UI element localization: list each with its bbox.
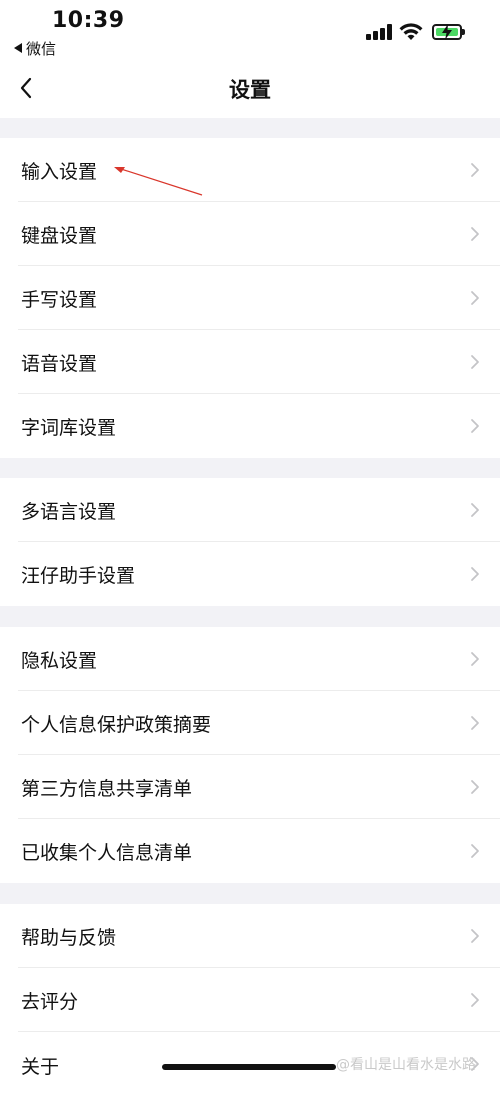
settings-item-label: 输入设置 <box>21 160 98 183</box>
chevron-right-icon <box>471 780 479 794</box>
settings-item-label: 第三方信息共享清单 <box>21 777 193 800</box>
chevron-right-icon <box>471 716 479 730</box>
back-to-app-link[interactable]: 微信 <box>14 38 56 59</box>
battery-cap <box>462 29 465 35</box>
settings-item-collected-info[interactable]: 已收集个人信息清单 <box>0 819 500 883</box>
settings-item-privacy-policy[interactable]: 个人信息保护政策摘要 <box>0 691 500 755</box>
page-title: 设置 <box>229 78 271 102</box>
cellular-signal-icon <box>366 24 392 40</box>
chevron-right-icon <box>471 993 479 1007</box>
settings-item-label: 汪仔助手设置 <box>21 564 136 587</box>
status-time: 10:39 <box>52 8 125 33</box>
settings-item-third-party-sharing[interactable]: 第三方信息共享清单 <box>0 755 500 819</box>
settings-item-multilanguage[interactable]: 多语言设置 <box>0 478 500 542</box>
battery-icon <box>432 24 462 40</box>
settings-item-input[interactable]: 输入设置 <box>0 138 500 202</box>
settings-item-rate[interactable]: 去评分 <box>0 968 500 1032</box>
settings-item-voice[interactable]: 语音设置 <box>0 330 500 394</box>
wifi-icon <box>399 23 423 40</box>
settings-item-label: 隐私设置 <box>21 649 98 672</box>
chevron-right-icon <box>471 227 479 241</box>
chevron-right-icon <box>471 291 479 305</box>
annotation-arrow <box>114 167 203 196</box>
navigation-bar: 设置 <box>0 62 500 118</box>
settings-item-label: 关于 <box>21 1055 60 1078</box>
home-indicator <box>162 1064 336 1070</box>
settings-item-label: 去评分 <box>21 990 79 1013</box>
settings-item-label: 语音设置 <box>21 352 98 375</box>
settings-item-label: 多语言设置 <box>21 500 117 523</box>
settings-item-label: 键盘设置 <box>21 224 98 247</box>
settings-item-label: 已收集个人信息清单 <box>21 841 193 864</box>
status-bar: 10:39 微信 <box>0 0 500 62</box>
settings-group-language: 多语言设置 汪仔助手设置 <box>0 478 500 606</box>
settings-item-label: 字词库设置 <box>21 416 117 439</box>
settings-item-privacy[interactable]: 隐私设置 <box>0 627 500 691</box>
chevron-right-icon <box>471 163 479 177</box>
settings-item-label: 手写设置 <box>21 288 98 311</box>
chevron-right-icon <box>471 503 479 517</box>
settings-group-privacy: 隐私设置 个人信息保护政策摘要 第三方信息共享清单 已收集个人信息清单 <box>0 627 500 883</box>
back-app-label: 微信 <box>26 40 57 58</box>
settings-item-handwriting[interactable]: 手写设置 <box>0 266 500 330</box>
chevron-right-icon <box>471 652 479 666</box>
chevron-right-icon <box>471 567 479 581</box>
chevron-right-icon <box>471 844 479 858</box>
chevron-right-icon <box>471 355 479 369</box>
settings-item-lexicon[interactable]: 字词库设置 <box>0 394 500 458</box>
settings-item-help-feedback[interactable]: 帮助与反馈 <box>0 904 500 968</box>
settings-item-label: 帮助与反馈 <box>21 926 117 949</box>
back-triangle-icon <box>14 43 22 53</box>
settings-group-about: 帮助与反馈 去评分 关于 <box>0 904 500 1112</box>
chevron-right-icon <box>471 929 479 943</box>
watermark-text: @看山是山看水是水路 <box>336 1057 476 1073</box>
settings-item-assistant[interactable]: 汪仔助手设置 <box>0 542 500 606</box>
settings-group-input: 输入设置 键盘设置 手写设置 语音设置 字词库设置 <box>0 138 500 458</box>
chevron-right-icon <box>471 419 479 433</box>
settings-item-keyboard[interactable]: 键盘设置 <box>0 202 500 266</box>
settings-item-label: 个人信息保护政策摘要 <box>21 713 212 736</box>
